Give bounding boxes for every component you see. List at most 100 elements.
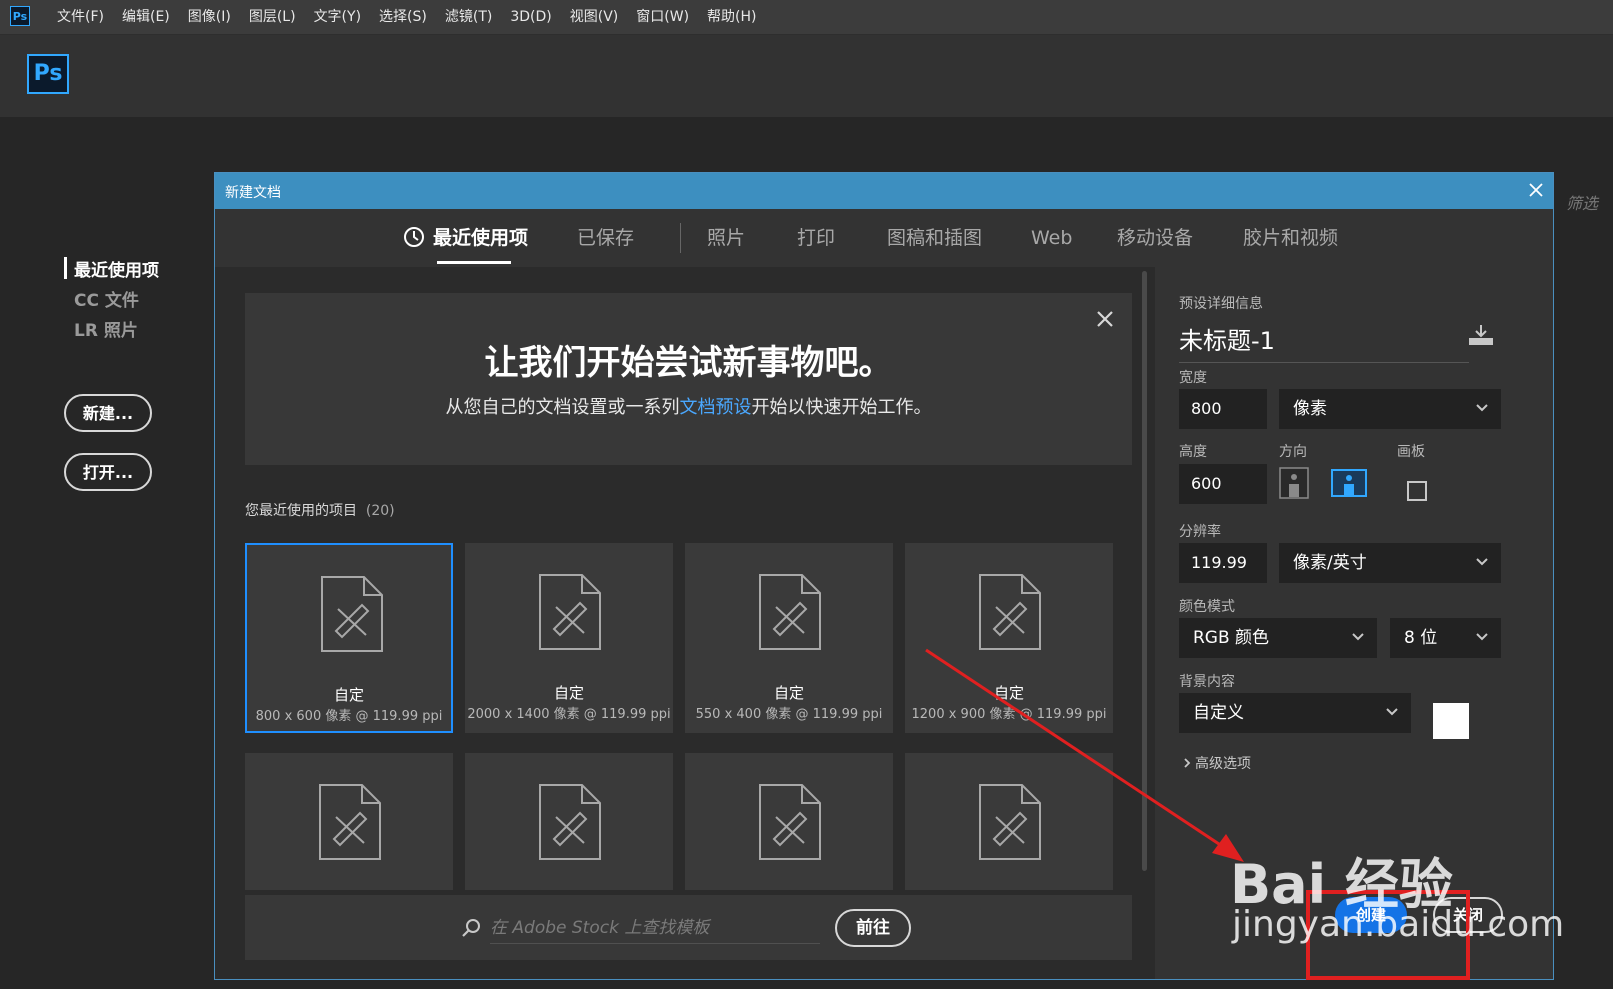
background-contents-value: 自定义 [1193,703,1244,723]
bit-depth-value: 8 位 [1404,628,1438,648]
document-presets-link[interactable]: 文档预设 [680,397,752,418]
advanced-options-toggle[interactable]: 高级选项 [1183,753,1251,773]
height-label: 高度 [1179,444,1207,460]
photoshop-logo: Ps [27,54,69,94]
resolution-unit-select[interactable]: 像素/英寸 [1279,543,1501,583]
filter-label[interactable]: 筛选 [1566,190,1598,214]
width-unit-select[interactable]: 像素 [1279,389,1501,429]
width-unit-value: 像素 [1293,399,1327,419]
tab-recent[interactable]: 最近使用项 [433,209,528,267]
card-info: 550 x 400 像素 @ 119.99 ppi [695,707,883,722]
home-nav-lr-photos[interactable]: LR 照片 [74,316,138,341]
home-nav-recent[interactable]: 最近使用项 [74,256,159,281]
menu-window[interactable]: 窗口(W) [627,0,698,34]
height-input[interactable]: 600 [1179,464,1267,504]
home-nav-active-indicator [64,257,67,279]
tab-web[interactable]: Web [1031,209,1072,267]
document-preset-icon [979,784,1041,860]
resolution-input[interactable]: 119.99 [1179,543,1267,583]
recent-document-card[interactable]: 自定 550 x 400 像素 @ 119.99 ppi [685,543,893,733]
recent-items-label: 您最近使用的项目 (20) [245,500,395,520]
artboard-checkbox[interactable] [1407,481,1427,501]
new-document-dialog: 新建文档 最近使用项 已保存 照片 打印 图稿和插图 Web 移动设备 胶片和视… [214,172,1554,980]
resolution-label: 分辨率 [1179,524,1221,540]
welcome-title: 让我们开始尝试新事物吧。 [484,343,893,383]
chevron-down-icon [1476,633,1488,641]
portrait-orientation-icon[interactable] [1279,467,1309,499]
stock-search-input[interactable]: 在 Adobe Stock 上查找模板 [490,913,820,944]
menu-select[interactable]: 选择(S) [370,0,436,34]
menu-type[interactable]: 文字(Y) [305,0,370,34]
close-icon[interactable] [1525,179,1547,201]
recent-document-card[interactable]: 自定 2000 x 1400 像素 @ 119.99 ppi [465,543,673,733]
chevron-down-icon [1476,404,1488,412]
tab-photo[interactable]: 照片 [707,209,745,267]
scrollbar[interactable] [1142,271,1147,871]
annotation-highlight-box [1306,890,1470,980]
background-contents-label: 背景内容 [1179,674,1235,690]
recent-document-card[interactable] [905,753,1113,890]
photoshop-app-icon: Ps [10,6,30,26]
orientation-label: 方向 [1279,444,1307,460]
menu-edit[interactable]: 编辑(E) [113,0,179,34]
clock-icon [404,227,424,247]
card-info: 1200 x 900 像素 @ 119.99 ppi [911,707,1107,722]
document-preset-icon [539,784,601,860]
menu-layer[interactable]: 图层(L) [240,0,305,34]
menu-image[interactable]: 图像(I) [179,0,240,34]
advanced-options-label: 高级选项 [1195,756,1251,772]
recent-count: (20) [365,503,395,519]
menu-view[interactable]: 视图(V) [561,0,628,34]
bit-depth-select[interactable]: 8 位 [1390,618,1501,658]
home-nav-cc-files[interactable]: CC 文件 [74,286,139,311]
width-input[interactable]: 800 [1179,389,1267,429]
background-color-swatch[interactable] [1433,703,1469,739]
tab-art-illustration[interactable]: 图稿和插图 [887,209,982,267]
document-preset-icon [319,784,381,860]
recent-document-card[interactable]: 自定 800 x 600 像素 @ 119.99 ppi [245,543,453,733]
home-new-button[interactable]: 新建... [64,394,152,432]
tab-divider [680,223,681,253]
recent-document-card[interactable] [465,753,673,890]
home-open-button[interactable]: 打开... [64,453,152,491]
recent-document-card[interactable] [685,753,893,890]
stock-go-button[interactable]: 前往 [835,909,911,947]
recent-document-card[interactable]: 自定 1200 x 900 像素 @ 119.99 ppi [905,543,1113,733]
card-name: 自定 [553,684,584,702]
welcome-banner: 让我们开始尝试新事物吧。 从您自己的文档设置或一系列文档预设开始以快速开始工作。 [245,293,1132,465]
menu-file[interactable]: 文件(F) [48,0,113,34]
color-mode-select[interactable]: RGB 颜色 [1179,618,1377,658]
tab-saved[interactable]: 已保存 [577,209,634,267]
app-header [0,35,1613,117]
landscape-orientation-icon[interactable] [1331,467,1367,499]
active-tab-underline [437,261,511,264]
card-info: 2000 x 1400 像素 @ 119.99 ppi [467,707,671,722]
menu-filter[interactable]: 滤镜(T) [436,0,501,34]
welcome-sub-before: 从您自己的文档设置或一系列 [445,397,680,418]
chevron-down-icon [1352,633,1364,641]
color-mode-value: RGB 颜色 [1193,628,1270,648]
recent-label-text: 您最近使用的项目 [245,503,357,519]
menu-items: 文件(F) 编辑(E) 图像(I) 图层(L) 文字(Y) 选择(S) 滤镜(T… [48,0,766,34]
menu-help[interactable]: 帮助(H) [698,0,765,34]
save-preset-icon[interactable] [1467,323,1495,347]
background-contents-select[interactable]: 自定义 [1179,693,1411,733]
chevron-right-icon [1184,758,1191,768]
menu-3d[interactable]: 3D(D) [501,0,560,34]
welcome-sub-after: 开始以快速开始工作。 [751,397,932,418]
welcome-subtitle: 从您自己的文档设置或一系列文档预设开始以快速开始工作。 [245,393,1132,419]
close-icon[interactable] [1095,309,1115,329]
document-name-field[interactable]: 未标题-1 [1179,321,1469,363]
card-name: 自定 [333,686,364,704]
document-preset-icon [759,784,821,860]
tab-film-video[interactable]: 胶片和视频 [1243,209,1338,267]
artboard-label: 画板 [1397,444,1425,460]
document-preset-icon [321,576,383,652]
document-preset-icon [979,574,1041,650]
resolution-unit-value: 像素/英寸 [1293,553,1367,573]
recent-document-card[interactable] [245,753,453,890]
tab-print[interactable]: 打印 [797,209,835,267]
tab-mobile[interactable]: 移动设备 [1117,209,1193,267]
dialog-title: 新建文档 [225,185,281,201]
dialog-title-bar: 新建文档 [215,173,1553,209]
